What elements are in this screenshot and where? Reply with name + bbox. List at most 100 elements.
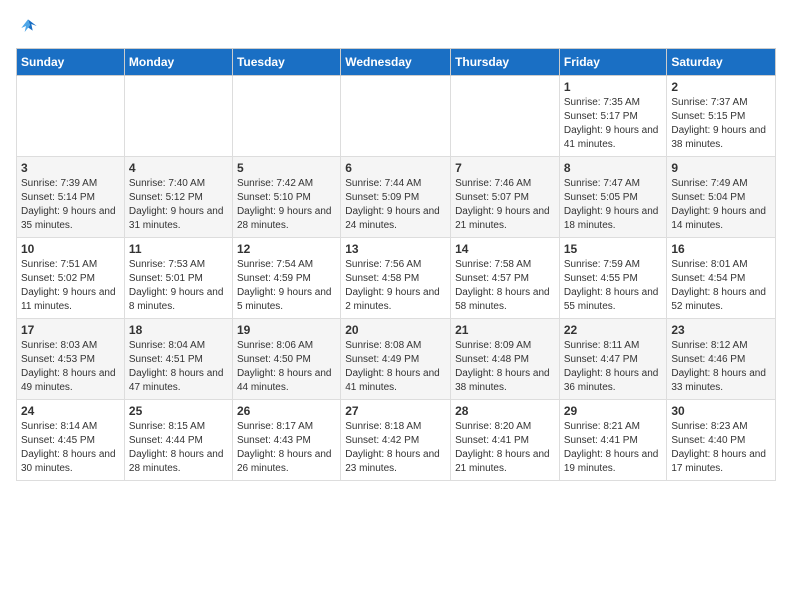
calendar-cell: 9Sunrise: 7:49 AM Sunset: 5:04 PM Daylig… [667,157,776,238]
day-info: Sunrise: 8:17 AM Sunset: 4:43 PM Dayligh… [237,420,336,476]
weekday-header-saturday: Saturday [667,49,776,76]
day-info: Sunrise: 7:58 AM Sunset: 4:57 PM Dayligh… [455,258,555,314]
logo-bird-icon [18,16,38,36]
calendar-cell: 16Sunrise: 8:01 AM Sunset: 4:54 PM Dayli… [667,238,776,319]
day-info: Sunrise: 7:54 AM Sunset: 4:59 PM Dayligh… [237,258,336,314]
day-info: Sunrise: 7:35 AM Sunset: 5:17 PM Dayligh… [564,96,663,152]
day-info: Sunrise: 8:12 AM Sunset: 4:46 PM Dayligh… [671,339,771,395]
day-number: 15 [564,242,663,256]
calendar-cell: 26 Sunrise: 8:17 AM Sunset: 4:43 PM Dayli… [232,400,340,481]
calendar-cell: 3 Sunrise: 7:39 AM Sunset: 5:14 PM Daylig… [17,157,125,238]
calendar-cell [451,76,560,157]
weekday-header-monday: Monday [124,49,232,76]
calendar-week-row: 17Sunrise: 8:03 AM Sunset: 4:53 PM Dayli… [17,319,776,400]
day-number: 8 [564,161,663,175]
day-info: Sunrise: 7:39 AM Sunset: 5:14 PM Dayligh… [21,177,120,233]
weekday-header-friday: Friday [559,49,667,76]
day-info: Sunrise: 7:40 AM Sunset: 5:12 PM Dayligh… [129,177,228,233]
calendar-table: SundayMondayTuesdayWednesdayThursdayFrid… [16,48,776,481]
calendar-cell: 29Sunrise: 8:21 AM Sunset: 4:41 PM Dayli… [559,400,667,481]
day-info: Sunrise: 7:59 AM Sunset: 4:55 PM Dayligh… [564,258,663,314]
calendar-cell [232,76,340,157]
calendar-cell: 30Sunrise: 8:23 AM Sunset: 4:40 PM Dayli… [667,400,776,481]
day-number: 24 [21,404,120,418]
day-info: Sunrise: 7:47 AM Sunset: 5:05 PM Dayligh… [564,177,663,233]
day-number: 20 [345,323,446,337]
calendar-cell: 1 Sunrise: 7:35 AM Sunset: 5:17 PM Daylig… [559,76,667,157]
calendar-cell: 18 Sunrise: 8:04 AM Sunset: 4:51 PM Dayli… [124,319,232,400]
day-number: 5 [237,161,336,175]
day-number: 6 [345,161,446,175]
calendar-cell: 13 Sunrise: 7:56 AM Sunset: 4:58 PM Dayli… [341,238,451,319]
day-number: 21 [455,323,555,337]
day-number: 13 [345,242,446,256]
day-info: Sunrise: 7:37 AM Sunset: 5:15 PM Dayligh… [671,96,771,152]
day-info: Sunrise: 7:51 AM Sunset: 5:02 PM Dayligh… [21,258,120,314]
day-info: Sunrise: 7:53 AM Sunset: 5:01 PM Dayligh… [129,258,228,314]
day-number: 7 [455,161,555,175]
calendar-week-row: 24 Sunrise: 8:14 AM Sunset: 4:45 PM Dayli… [17,400,776,481]
calendar-cell [341,76,451,157]
calendar-week-row: 3 Sunrise: 7:39 AM Sunset: 5:14 PM Daylig… [17,157,776,238]
day-info: Sunrise: 8:03 AM Sunset: 4:53 PM Dayligh… [21,339,120,395]
day-number: 18 [129,323,228,337]
day-info: Sunrise: 8:06 AM Sunset: 4:50 PM Dayligh… [237,339,336,395]
weekday-header-wednesday: Wednesday [341,49,451,76]
day-info: Sunrise: 8:04 AM Sunset: 4:51 PM Dayligh… [129,339,228,395]
calendar-week-row: 1 Sunrise: 7:35 AM Sunset: 5:17 PM Daylig… [17,76,776,157]
calendar-cell: 15 Sunrise: 7:59 AM Sunset: 4:55 PM Dayli… [559,238,667,319]
day-number: 25 [129,404,228,418]
calendar-cell: 24 Sunrise: 8:14 AM Sunset: 4:45 PM Dayli… [17,400,125,481]
day-number: 28 [455,404,555,418]
calendar-cell: 23 Sunrise: 8:12 AM Sunset: 4:46 PM Dayli… [667,319,776,400]
weekday-header-tuesday: Tuesday [232,49,340,76]
day-number: 4 [129,161,228,175]
day-number: 14 [455,242,555,256]
calendar-cell: 14 Sunrise: 7:58 AM Sunset: 4:57 PM Dayli… [451,238,560,319]
calendar-cell: 10 Sunrise: 7:51 AM Sunset: 5:02 PM Dayli… [17,238,125,319]
day-info: Sunrise: 8:08 AM Sunset: 4:49 PM Dayligh… [345,339,446,395]
day-number: 19 [237,323,336,337]
day-number: 1 [564,80,663,94]
day-info: Sunrise: 8:09 AM Sunset: 4:48 PM Dayligh… [455,339,555,395]
day-info: Sunrise: 7:56 AM Sunset: 4:58 PM Dayligh… [345,258,446,314]
day-info: Sunrise: 8:18 AM Sunset: 4:42 PM Dayligh… [345,420,446,476]
calendar-cell: 25 Sunrise: 8:15 AM Sunset: 4:44 PM Dayli… [124,400,232,481]
calendar-cell: 22 Sunrise: 8:11 AM Sunset: 4:47 PM Dayli… [559,319,667,400]
day-info: Sunrise: 8:20 AM Sunset: 4:41 PM Dayligh… [455,420,555,476]
day-number: 10 [21,242,120,256]
calendar-cell: 5Sunrise: 7:42 AM Sunset: 5:10 PM Daylig… [232,157,340,238]
day-info: Sunrise: 8:11 AM Sunset: 4:47 PM Dayligh… [564,339,663,395]
calendar-cell: 27 Sunrise: 8:18 AM Sunset: 4:42 PM Dayli… [341,400,451,481]
day-number: 12 [237,242,336,256]
calendar-cell: 20 Sunrise: 8:08 AM Sunset: 4:49 PM Dayli… [341,319,451,400]
calendar-cell: 2 Sunrise: 7:37 AM Sunset: 5:15 PM Daylig… [667,76,776,157]
calendar-cell: 21 Sunrise: 8:09 AM Sunset: 4:48 PM Dayli… [451,319,560,400]
day-number: 2 [671,80,771,94]
day-number: 3 [21,161,120,175]
day-info: Sunrise: 8:23 AM Sunset: 4:40 PM Dayligh… [671,420,771,476]
calendar-cell: 12 Sunrise: 7:54 AM Sunset: 4:59 PM Dayli… [232,238,340,319]
calendar-cell: 11 Sunrise: 7:53 AM Sunset: 5:01 PM Dayli… [124,238,232,319]
day-info: Sunrise: 8:14 AM Sunset: 4:45 PM Dayligh… [21,420,120,476]
day-number: 11 [129,242,228,256]
day-number: 22 [564,323,663,337]
weekday-header-thursday: Thursday [451,49,560,76]
calendar-cell: 4 Sunrise: 7:40 AM Sunset: 5:12 PM Daylig… [124,157,232,238]
calendar-cell: 17Sunrise: 8:03 AM Sunset: 4:53 PM Dayli… [17,319,125,400]
calendar-cell [124,76,232,157]
header [16,16,776,36]
day-info: Sunrise: 8:01 AM Sunset: 4:54 PM Dayligh… [671,258,771,314]
day-number: 23 [671,323,771,337]
day-number: 26 [237,404,336,418]
calendar-cell [17,76,125,157]
day-info: Sunrise: 7:49 AM Sunset: 5:04 PM Dayligh… [671,177,771,233]
day-info: Sunrise: 8:15 AM Sunset: 4:44 PM Dayligh… [129,420,228,476]
calendar-cell: 7Sunrise: 7:46 AM Sunset: 5:07 PM Daylig… [451,157,560,238]
calendar-cell: 8 Sunrise: 7:47 AM Sunset: 5:05 PM Daylig… [559,157,667,238]
calendar-cell: 6Sunrise: 7:44 AM Sunset: 5:09 PM Daylig… [341,157,451,238]
calendar-cell: 28 Sunrise: 8:20 AM Sunset: 4:41 PM Dayli… [451,400,560,481]
day-number: 29 [564,404,663,418]
day-number: 27 [345,404,446,418]
logo [16,16,38,36]
